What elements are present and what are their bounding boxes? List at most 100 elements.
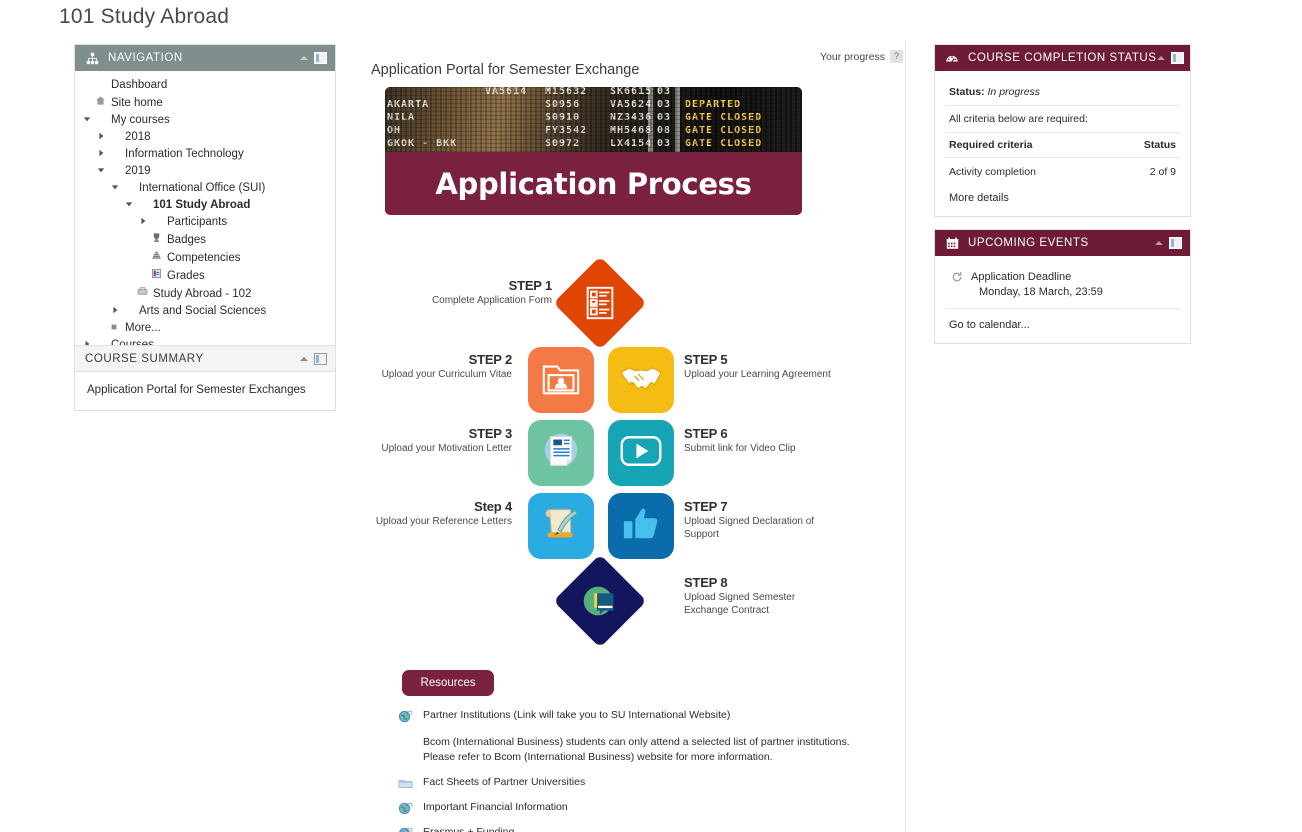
sidebar-item-label: Badges — [167, 233, 207, 246]
chevron-right-icon[interactable] — [109, 304, 121, 319]
question-mark-icon[interactable]: ? — [890, 50, 903, 63]
trophy-icon — [149, 232, 163, 248]
sidebar-item-my-courses[interactable]: My courses — [81, 112, 331, 129]
resources-button[interactable]: Resources — [402, 670, 494, 696]
step-description-3: Upload your Motivation Letter — [381, 443, 512, 454]
url-globe-icon — [398, 826, 418, 832]
step-description-6: Submit link for Video Clip — [684, 443, 796, 454]
dock-icon[interactable] — [314, 352, 327, 365]
step-number-2: STEP 2 — [468, 352, 513, 367]
dock-icon[interactable] — [1169, 237, 1182, 249]
thumbs-up-icon — [621, 504, 661, 549]
completion-cell-status: 2 of 9 — [1149, 166, 1176, 178]
step-text-7: STEP 7 Upload Signed Declaration of Suppo… — [684, 499, 834, 541]
caret-up-icon[interactable] — [300, 56, 308, 60]
sidebar-item-label: Competencies — [167, 251, 241, 264]
caret-up-icon[interactable] — [1156, 56, 1165, 60]
scroll-quill-icon — [539, 502, 583, 551]
dock-icon[interactable] — [314, 52, 327, 64]
sidebar-item-label: Participants — [167, 216, 228, 228]
sidebar-item-2019[interactable]: 2019 — [81, 163, 331, 180]
refresh-icon — [949, 271, 965, 286]
sidebar-item-label: Site home — [111, 96, 163, 109]
more-details-link[interactable]: More details — [945, 186, 1180, 206]
sidebar-item-more[interactable]: More... — [81, 320, 331, 337]
sidebar-item-label: Dashboard — [111, 79, 168, 91]
grades-icon — [149, 268, 163, 284]
completion-header-criteria: Required criteria — [945, 133, 1111, 158]
sidebar-item-participants[interactable]: Participants — [81, 214, 331, 231]
page-title: 101 Study Abroad — [59, 5, 230, 28]
chevron-right-icon[interactable] — [95, 147, 107, 162]
sidebar-item-badges[interactable]: Badges — [81, 231, 331, 249]
sidebar-item-dashboard[interactable]: Dashboard — [81, 77, 331, 94]
chevron-down-icon[interactable] — [95, 164, 107, 179]
navigation-block-title: NAVIGATION — [108, 52, 183, 64]
step-tile-2[interactable] — [528, 347, 594, 413]
navigation-tree: Dashboard Site home My courses 2018 Informat… — [75, 71, 335, 362]
caret-up-icon[interactable] — [1155, 241, 1163, 245]
completion-header-status: Status — [1110, 133, 1180, 158]
sidebar-item-site-home[interactable]: Site home — [81, 94, 331, 112]
resource-link-financial-information[interactable]: Important Financial Information — [423, 800, 568, 815]
list-item: Partner Institutions (Link will take you… — [398, 708, 898, 729]
chevron-right-icon[interactable] — [137, 215, 149, 230]
resource-link-partner-institutions[interactable]: Partner Institutions (Link will take you… — [423, 708, 730, 723]
completion-block-body: Status: In progress All criteria below a… — [935, 71, 1190, 216]
departure-board-row: VA5614 M15632 SK6615 03 — [485, 87, 672, 97]
chevron-down-icon[interactable] — [123, 198, 135, 213]
step-tile-5[interactable] — [608, 347, 674, 413]
dock-icon[interactable] — [1170, 52, 1184, 64]
step-tile-6[interactable] — [608, 420, 674, 486]
navigation-block-header: NAVIGATION — [75, 45, 335, 71]
step-number-8: STEP 8 — [684, 575, 728, 590]
events-block-body: Application Deadline Monday, 18 March, 2… — [935, 256, 1190, 343]
sidebar-item-grades[interactable]: Grades — [81, 267, 331, 285]
chevron-right-icon[interactable] — [95, 130, 107, 145]
sidebar-item-2018[interactable]: 2018 — [81, 129, 331, 146]
letter-document-icon — [539, 429, 583, 478]
departure-board-row: AKARTA S0956 VA5624 03 DEPARTED — [387, 99, 742, 110]
caret-up-icon[interactable] — [300, 356, 308, 361]
event-name[interactable]: Application Deadline — [971, 270, 1103, 285]
your-progress-label: Your progress — [820, 50, 885, 63]
sidebar-item-101-study-abroad[interactable]: 101 Study Abroad — [81, 197, 331, 214]
chevron-down-icon[interactable] — [109, 181, 121, 196]
application-process-banner: GKOK - BKK S0972 LX4154 03 GATE CLOSED OH FY35… — [385, 87, 802, 215]
step-number-6: STEP 6 — [684, 426, 728, 441]
resources-paragraph: Bcom (International Business) students c… — [423, 736, 850, 763]
course-summary-block: COURSE SUMMARY Application Portal for Se… — [74, 345, 336, 411]
departure-board-photo: GKOK - BKK S0972 LX4154 03 GATE CLOSED OH FY35… — [385, 87, 802, 152]
folder-icon — [398, 776, 418, 796]
step-description-7: Upload Signed Declaration of Support — [684, 516, 815, 540]
departure-board-row: OH FY3542 MH5468 08 GATE CLOSED — [387, 125, 763, 136]
book-circle-icon — [577, 578, 623, 624]
square-icon — [107, 321, 121, 336]
sidebar-item-study-abroad-102[interactable]: Study Abroad - 102 — [81, 285, 331, 303]
step-tile-4[interactable] — [528, 493, 594, 559]
go-to-calendar-link[interactable]: Go to calendar... — [945, 309, 1180, 333]
chevron-down-icon[interactable] — [81, 113, 93, 128]
sidebar-item-label: More... — [125, 322, 161, 334]
departure-board-row: GKOK - BKK S0972 LX4154 03 GATE CLOSED — [387, 138, 763, 149]
step-tile-7[interactable] — [608, 493, 674, 559]
section-title: Application Portal for Semester Exchange — [371, 62, 640, 78]
step-tile-8[interactable] — [553, 554, 647, 648]
sidebar-item-competencies[interactable]: Competencies — [81, 249, 331, 267]
completion-status-value: In progress — [987, 86, 1041, 98]
sitemap-icon — [85, 51, 99, 65]
sidebar-item-information-technology[interactable]: Information Technology — [81, 146, 331, 163]
completion-block-header: COURSE COMPLETION STATUS — [935, 45, 1190, 71]
resource-link-erasmus-funding[interactable]: Erasmus + Funding — [423, 825, 514, 832]
step-text-6: STEP 6 Submit link for Video Clip — [684, 426, 834, 455]
step-tile-3[interactable] — [528, 420, 594, 486]
resource-link-fact-sheets[interactable]: Fact Sheets of Partner Universities — [423, 775, 585, 790]
step-description-5: Upload your Learning Agreement — [684, 369, 831, 380]
step-tile-1[interactable] — [553, 256, 647, 350]
sidebar-item-international-office-sui[interactable]: International Office (SUI) — [81, 180, 331, 197]
course-icon — [135, 286, 149, 302]
navigation-block-body: Dashboard Site home My courses 2018 Informat… — [75, 71, 335, 362]
step-text-4: Step 4 Upload your Reference Letters — [362, 499, 512, 528]
completion-criteria-table: Required criteria Status Activity comple… — [945, 133, 1180, 186]
sidebar-item-arts-and-social-sciences[interactable]: Arts and Social Sciences — [81, 303, 331, 320]
